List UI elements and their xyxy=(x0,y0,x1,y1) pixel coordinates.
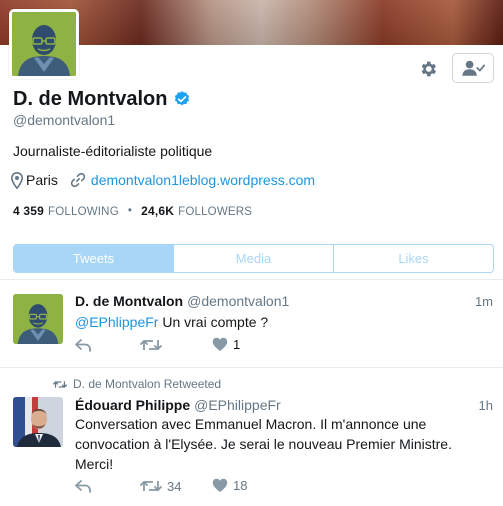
retweet-icon xyxy=(140,340,162,350)
like-count: 1 xyxy=(233,337,241,352)
tweet-timestamp[interactable]: 1m xyxy=(475,294,493,309)
person-check-icon xyxy=(462,60,485,76)
tweet-avatar[interactable] xyxy=(13,294,63,344)
tweet-text: Conversation avec Emmanuel Macron. Il m'… xyxy=(75,416,452,472)
tweet-header: Édouard Philippe @EPhilippeFr xyxy=(75,397,281,413)
tweet-text: @EPhlippeFr Un vrai compte ? xyxy=(75,312,490,332)
tweet-timestamp[interactable]: 1h xyxy=(479,398,493,413)
retweet-icon xyxy=(140,481,162,491)
heart-icon xyxy=(212,337,228,351)
settings-button[interactable] xyxy=(417,58,439,80)
reply-button[interactable] xyxy=(74,478,92,494)
retweeted-label-text[interactable]: D. de Montvalon Retweeted xyxy=(73,377,221,391)
heart-icon xyxy=(212,478,228,492)
following-count: 4 359 xyxy=(13,204,45,218)
retweet-button[interactable]: 34 xyxy=(140,478,181,494)
retweet-button[interactable] xyxy=(140,337,167,353)
followers-stat[interactable]: 24,6K FOLLOWERS xyxy=(141,204,252,218)
avatar-portrait-image xyxy=(13,397,63,447)
profile-handle[interactable]: @demontvalon1 xyxy=(13,112,115,128)
avatar-portrait-image xyxy=(13,294,63,344)
profile-avatar[interactable] xyxy=(9,9,79,79)
like-button[interactable]: 1 xyxy=(212,337,240,352)
profile-website-link[interactable]: demontvalon1leblog.wordpress.com xyxy=(91,172,315,188)
retweeted-label: D. de Montvalon Retweeted xyxy=(53,377,221,391)
verified-badge-icon xyxy=(173,90,191,108)
followers-count: 24,6K xyxy=(141,204,175,218)
profile-meta: Paris demontvalon1leblog.wordpress.com xyxy=(11,170,315,190)
location-pin-icon xyxy=(11,171,23,189)
tweet-author-name[interactable]: D. de Montvalon xyxy=(75,293,183,309)
profile-tabs: Tweets Media Likes xyxy=(13,244,494,273)
tweet-author-name[interactable]: Édouard Philippe xyxy=(75,397,190,413)
gear-icon xyxy=(421,61,436,77)
stats-separator: • xyxy=(127,205,133,217)
retweet-icon xyxy=(53,380,67,388)
tab-media[interactable]: Media xyxy=(173,245,333,272)
tab-likes[interactable]: Likes xyxy=(333,245,493,272)
profile-stats: 4 359 FOLLOWING • 24,6K FOLLOWERS xyxy=(13,204,252,218)
retweet-count: 34 xyxy=(167,478,182,494)
following-stat[interactable]: 4 359 FOLLOWING xyxy=(13,204,119,218)
tweet-avatar[interactable] xyxy=(13,397,63,447)
following-label: FOLLOWING xyxy=(48,206,119,218)
link-icon xyxy=(70,172,86,188)
tab-tweets[interactable]: Tweets xyxy=(14,245,173,272)
reply-icon xyxy=(75,480,91,493)
profile-location: Paris xyxy=(26,172,58,188)
reply-icon xyxy=(75,339,91,352)
like-button[interactable]: 18 xyxy=(212,478,247,493)
profile-bio: Journaliste-éditorialiste politique xyxy=(13,143,213,159)
followers-label: FOLLOWERS xyxy=(178,206,253,218)
tweet-divider xyxy=(0,367,503,368)
tweet-header: D. de Montvalon @demontvalon1 xyxy=(75,293,289,309)
profile-name-text: D. de Montvalon xyxy=(13,87,168,110)
tweet-text-body: Un vrai compte ? xyxy=(158,314,269,330)
avatar-portrait-image xyxy=(12,12,76,76)
timeline-divider xyxy=(0,279,503,280)
tweet-mention-link[interactable]: @EPhlippeFr xyxy=(75,314,158,330)
profile-name: D. de Montvalon xyxy=(13,86,191,112)
tweet-author-handle[interactable]: @demontvalon1 xyxy=(187,293,289,309)
like-count: 18 xyxy=(233,478,248,493)
follow-status-button[interactable] xyxy=(452,53,494,83)
tweet-author-handle[interactable]: @EPhilippeFr xyxy=(194,397,281,413)
reply-button[interactable] xyxy=(74,337,92,353)
